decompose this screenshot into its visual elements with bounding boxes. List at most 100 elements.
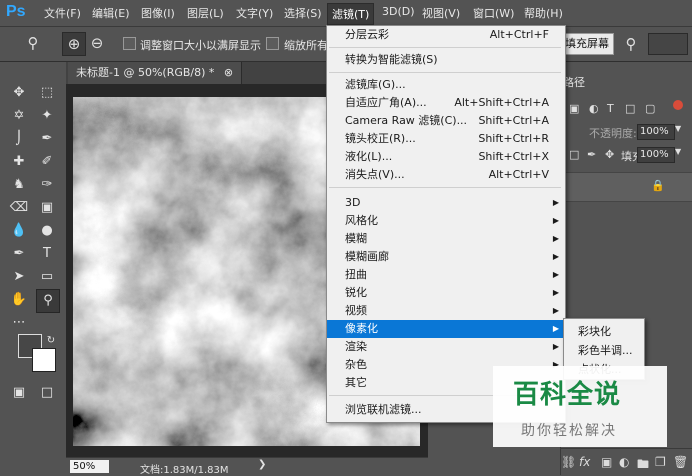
menu-filter[interactable]: 滤镜(T) (327, 3, 375, 25)
magic-wand-tool-icon[interactable]: ✦ (36, 105, 58, 127)
quick-mask-icon[interactable]: ▣ (8, 382, 30, 404)
menu-item-liquify[interactable]: 液化(L)... Shift+Ctrl+X (327, 148, 565, 166)
watermark-subtitle: 助你轻松解决 (521, 423, 617, 439)
type-tool-icon[interactable]: T (36, 243, 58, 265)
path-selection-icon[interactable]: ➤ (8, 266, 30, 288)
zoom-out-icon[interactable]: ⊖ (86, 32, 108, 54)
healing-brush-icon[interactable]: ✚ (8, 151, 30, 173)
zoom-in-icon[interactable]: ⊕ (62, 32, 86, 56)
screen-mode-icon[interactable]: □ (36, 382, 58, 404)
menu-view[interactable]: 视图(V) (422, 5, 460, 21)
lasso-tool-icon[interactable]: ✡ (8, 105, 30, 127)
pen-tool-icon[interactable]: ✒ (8, 243, 30, 265)
submenu-item-color-halftone[interactable]: 彩色半调... (578, 342, 633, 358)
menu-item-camera-raw[interactable]: Camera Raw 滤镜(C)... Shift+Ctrl+A (327, 112, 565, 130)
history-brush-icon[interactable]: ✑ (36, 174, 58, 196)
filter-type-icon[interactable]: T (607, 102, 614, 115)
crop-tool-icon[interactable]: ⌡ (8, 128, 30, 150)
fill-dropdown-icon[interactable]: ▼ (675, 147, 681, 156)
menu-item-render[interactable]: 渲染 ▶ (327, 338, 565, 356)
hand-tool-icon[interactable]: ✋ (8, 289, 30, 311)
filter-adjust-icon[interactable]: ◐ (589, 102, 599, 115)
menu-bar: Ps 文件(F) 编辑(E) 图像(I) 图层(L) 文字(Y) 选择(S) 滤… (0, 0, 692, 27)
close-icon[interactable]: ⊗ (224, 66, 233, 79)
menu-select[interactable]: 选择(S) (284, 5, 322, 21)
brush-tool-icon[interactable]: ✐ (36, 151, 58, 173)
lock-pixels-icon[interactable]: ✒ (587, 148, 596, 161)
layer-row-background[interactable]: 🔒 (561, 172, 692, 202)
menu-item-3d[interactable]: 3D ▶ (327, 194, 565, 212)
blur-tool-icon[interactable]: 💧 (8, 220, 30, 242)
eraser-tool-icon[interactable]: ⌫ (8, 197, 30, 219)
new-group-icon[interactable]: 🖿 (637, 455, 649, 476)
layer-style-icon[interactable]: fx (579, 455, 590, 469)
zoom-tool-selected-icon[interactable]: ⚲ (36, 289, 60, 313)
tools-panel: ✥ ⬚ ✡ ✦ ⌡ ✒ ✚ ✐ ♞ ✑ ⌫ ▣ 💧 ● ✒ T ➤ ▭ ✋ ⚲ … (0, 62, 67, 475)
menu-item-vanishing-point[interactable]: 消失点(V)... Alt+Ctrl+V (327, 166, 565, 184)
new-layer-icon[interactable]: ❐ (655, 455, 666, 469)
menu-file[interactable]: 文件(F) (44, 5, 81, 21)
layer-filter-toggle-icon[interactable] (673, 100, 683, 110)
menu-item-difference-clouds[interactable]: 分层云彩 Alt+Ctrl+F (327, 26, 565, 44)
menu-edit[interactable]: 编辑(E) (92, 5, 130, 21)
watermark: 百科全说 助你轻松解决 (493, 366, 667, 447)
delete-layer-icon[interactable]: 🗑 (673, 455, 688, 469)
link-layers-icon[interactable]: ⛓ (561, 455, 576, 469)
filter-smart-icon[interactable]: ▢ (645, 102, 655, 115)
menu-image[interactable]: 图像(I) (141, 5, 175, 21)
filter-image-icon[interactable]: ▣ (569, 102, 579, 115)
menu-item-stylize[interactable]: 风格化 ▶ (327, 212, 565, 230)
menu-item-video[interactable]: 视频 ▶ (327, 302, 565, 320)
gradient-tool-icon[interactable]: ▣ (36, 197, 58, 219)
filter-shape-icon[interactable]: □ (625, 102, 635, 115)
menu-item-blur-gallery[interactable]: 模糊画廊 ▶ (327, 248, 565, 266)
menu-item-blur[interactable]: 模糊 ▶ (327, 230, 565, 248)
eyedropper-tool-icon[interactable]: ✒ (36, 128, 58, 150)
zoom-level-field[interactable]: 50% (70, 460, 109, 473)
move-tool-icon[interactable]: ✥ (8, 82, 30, 104)
menu-3d[interactable]: 3D(D) (382, 5, 415, 18)
menu-help[interactable]: 帮助(H) (524, 5, 563, 21)
status-menu-arrow-icon[interactable]: ❯ (258, 459, 266, 470)
opacity-dropdown-icon[interactable]: ▼ (675, 124, 681, 133)
rectangle-tool-icon[interactable]: ▭ (36, 266, 58, 288)
search-icon[interactable]: ⚲ (620, 33, 642, 55)
fill-field[interactable]: 100% (637, 147, 675, 163)
workspace-switcher[interactable] (648, 33, 688, 55)
menu-item-sharpen[interactable]: 锐化 ▶ (327, 284, 565, 302)
opacity-field[interactable]: 100% (637, 124, 675, 140)
clone-stamp-icon[interactable]: ♞ (8, 174, 30, 196)
fill-screen-button[interactable]: 填充屏幕 (560, 33, 614, 55)
menu-type[interactable]: 文字(Y) (236, 5, 273, 21)
menu-item-convert-smart-filters[interactable]: 转换为智能滤镜(S) (327, 51, 565, 69)
marquee-tool-icon[interactable]: ⬚ (36, 82, 58, 104)
submenu-arrow-icon: ▶ (552, 216, 559, 225)
submenu-item-facet[interactable]: 彩块化 (578, 323, 611, 339)
menu-item-pixelate[interactable]: 像素化 ▶ (327, 320, 565, 338)
menu-item-distort[interactable]: 扭曲 ▶ (327, 266, 565, 284)
swap-colors-icon[interactable]: ↻ (40, 330, 62, 352)
more-tools-icon[interactable]: ⋯ (8, 312, 30, 334)
submenu-arrow-icon: ▶ (552, 270, 559, 279)
lock-position-icon[interactable]: ✥ (605, 148, 614, 161)
photoshop-logo: Ps (6, 3, 26, 20)
resize-windows-checkbox[interactable] (123, 37, 136, 50)
layer-mask-icon[interactable]: ▣ (601, 455, 612, 469)
opacity-label: 不透明度: (589, 127, 637, 140)
zoom-all-checkbox[interactable] (266, 37, 279, 50)
submenu-arrow-icon: ▶ (552, 306, 559, 315)
menu-window[interactable]: 窗口(W) (473, 5, 514, 21)
menu-item-filter-gallery[interactable]: 滤镜库(G)... (327, 76, 565, 94)
menu-item-lens-correction[interactable]: 镜头校正(R)... Shift+Ctrl+R (327, 130, 565, 148)
zoom-tool-icon[interactable]: ⚲ (22, 32, 44, 54)
adjustment-layer-icon[interactable]: ◐ (619, 455, 629, 469)
layers-panel-footer: ⛓ fx ▣ ◐ 🖿 ❐ 🗑 (561, 448, 692, 476)
paths-tab[interactable]: 路径 (563, 74, 585, 90)
document-tab[interactable]: 未标题-1 @ 50%(RGB/8) * ⊗ (68, 62, 243, 84)
menu-layer[interactable]: 图层(L) (187, 5, 224, 21)
dodge-tool-icon[interactable]: ● (36, 220, 58, 242)
submenu-arrow-icon: ▶ (552, 198, 559, 207)
menu-item-adaptive-wide-angle[interactable]: 自适应广角(A)... Alt+Shift+Ctrl+A (327, 94, 565, 112)
lock-transparent-icon[interactable]: □ (569, 148, 579, 161)
submenu-arrow-icon: ▶ (552, 342, 559, 351)
